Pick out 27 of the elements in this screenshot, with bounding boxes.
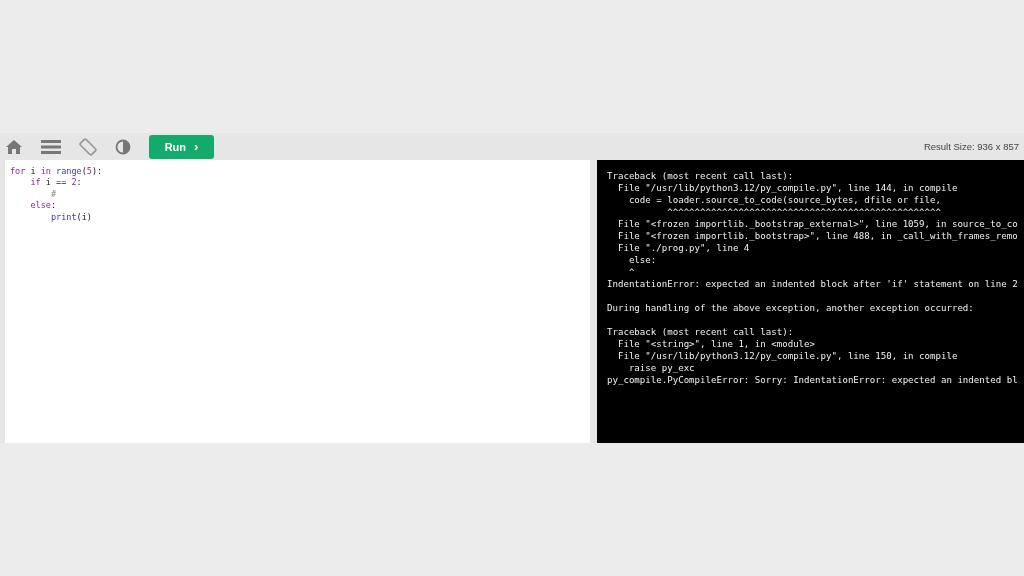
code-line: for i in range(5): (10, 166, 103, 178)
code-line: else: (29, 200, 57, 212)
output-line: IndentationError: expected an indented block after 'if' statement on line 2 (607, 278, 1018, 290)
output-line: File "/usr/lib/python3.12/py_compile.py", line 144, in compile (616, 182, 958, 194)
menu-icon[interactable] (41, 138, 61, 155)
output-line: File "/usr/lib/python3.12/py_compile.py", line 150, in compile (616, 350, 958, 362)
output-line: raise py_exc (627, 362, 695, 374)
output-line: ^ (627, 266, 635, 278)
output-line: else: (627, 254, 657, 266)
output-line: py_compile.PyCompileError: Sorry: IndentationError: expected an indented bl (607, 374, 1018, 386)
contrast-icon[interactable] (115, 138, 131, 155)
output-line: File "<frozen importlib._bootstrap_external>", line 1059, in source_to_co (616, 218, 1018, 230)
code-line: print(i) (49, 211, 92, 224)
output-line: Traceback (most recent call last): (607, 326, 794, 338)
output-line: ^^^^^^^^^^^^^^^^^^^^^^^^^^^^^^^^^^^^^^^^^^^^^^^^^^ (666, 206, 941, 218)
output-line: File "./prog.py", line 4 (616, 242, 750, 254)
rotate-device-icon[interactable] (79, 137, 97, 156)
output-line: Traceback (most recent call last): (607, 170, 794, 182)
run-button[interactable]: Run › (149, 134, 214, 159)
output-line: code = loader.source_to_code(source_bytes, dfile or file, (627, 194, 941, 206)
output-line: During handling of the above exception, another exception occurred: (607, 302, 974, 314)
code-line: # (49, 188, 57, 201)
output-line: File "<string>", line 1, in <module> (616, 338, 816, 350)
home-icon[interactable] (5, 138, 23, 155)
code-line: if i == 2: (29, 177, 82, 189)
output-line: File "<frozen importlib._bootstrap>", line 488, in _call_with_frames_remo (616, 230, 1018, 242)
result-size: Result Size: 936 x 857 (923, 141, 1019, 152)
